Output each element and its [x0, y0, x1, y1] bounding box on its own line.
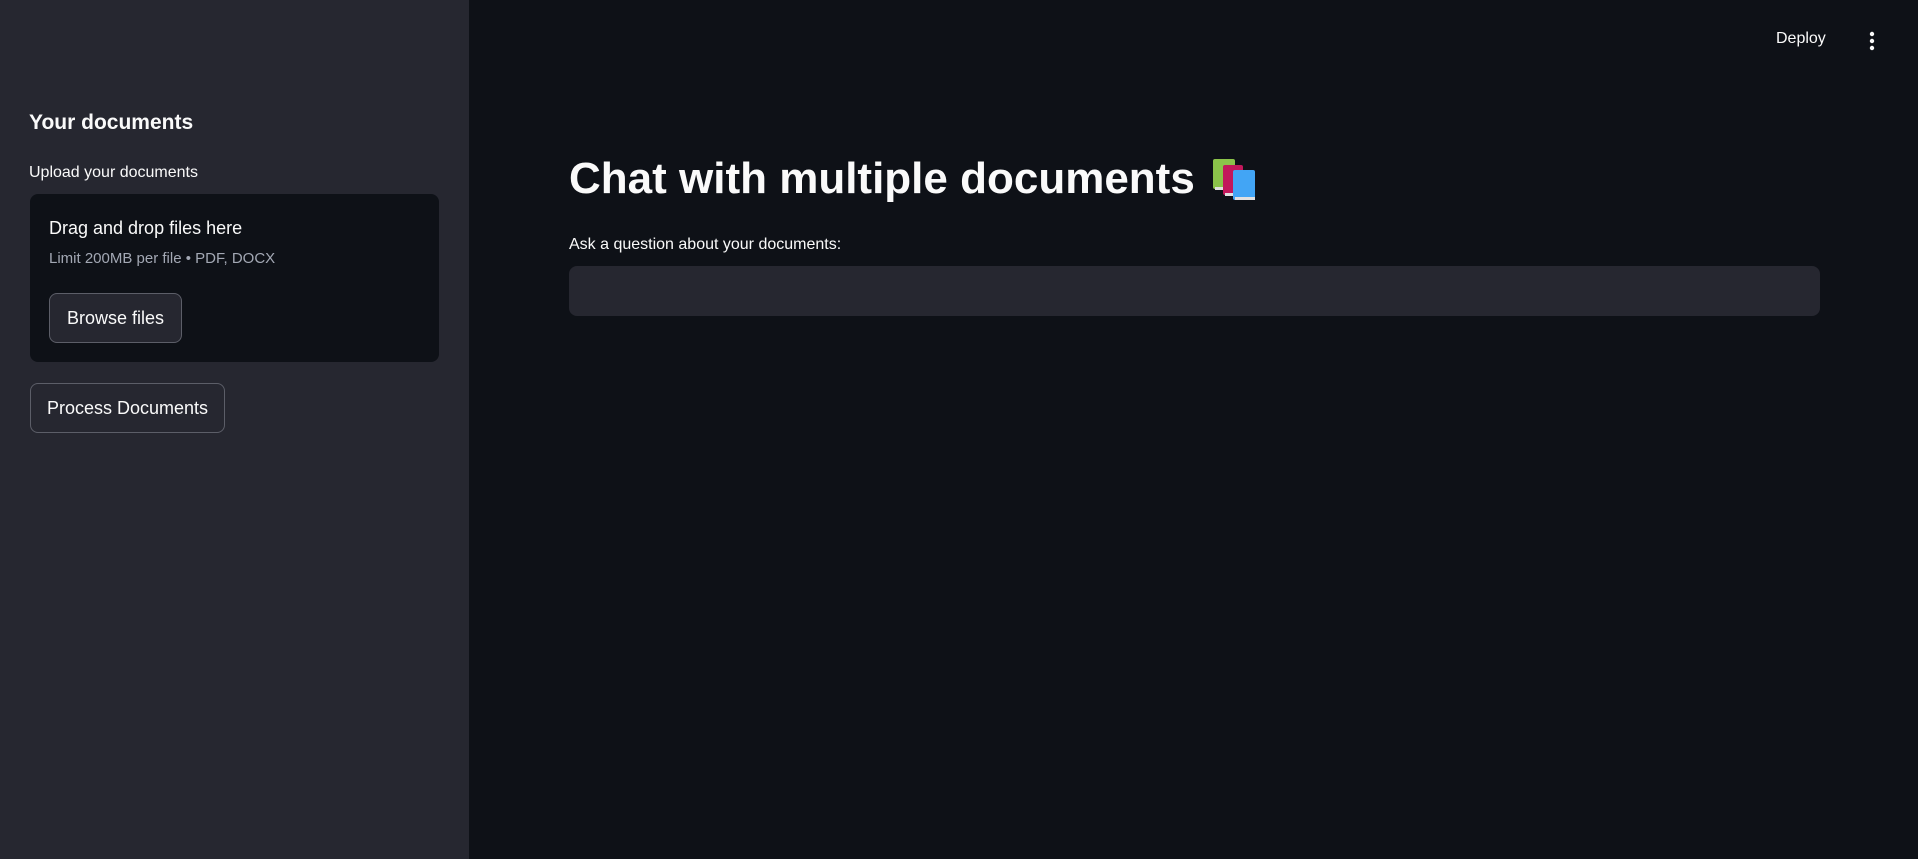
process-documents-button[interactable]: Process Documents: [30, 383, 225, 433]
dropzone-limit-text: Limit 200MB per file • PDF, DOCX: [49, 250, 276, 267]
browse-files-button[interactable]: Browse files: [49, 293, 182, 343]
question-input[interactable]: [569, 266, 1820, 316]
books-icon: [1212, 159, 1255, 200]
question-label: Ask a question about your documents:: [569, 236, 842, 253]
sidebar: Your documents Upload your documents Dra…: [0, 0, 469, 859]
file-dropzone[interactable]: Drag and drop files here Limit 200MB per…: [30, 194, 439, 362]
app-root: Your documents Upload your documents Dra…: [0, 0, 1918, 859]
uploader-label: Upload your documents: [29, 164, 198, 181]
vertical-ellipsis-icon[interactable]: [1864, 30, 1880, 52]
dropzone-title: Drag and drop files here: [49, 218, 243, 238]
page-title-row: Chat with multiple documents: [569, 154, 1259, 204]
deploy-button[interactable]: Deploy: [1776, 30, 1826, 48]
sidebar-heading: Your documents: [29, 111, 194, 134]
page-title: Chat with multiple documents: [569, 154, 1195, 203]
